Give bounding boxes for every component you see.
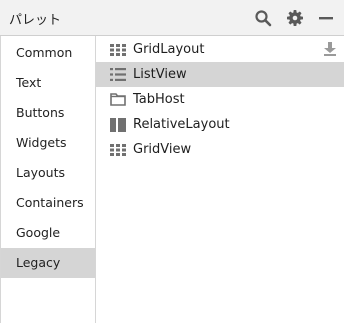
component-item-listview[interactable]: ListView	[96, 62, 344, 87]
gear-icon[interactable]	[285, 8, 305, 28]
category-label: Text	[16, 75, 42, 90]
category-label: Buttons	[16, 105, 65, 120]
category-label: Common	[16, 45, 73, 60]
tab-icon	[110, 92, 127, 108]
grid-icon	[110, 142, 127, 158]
grid-icon	[110, 42, 127, 58]
component-label: GridLayout	[133, 42, 205, 57]
category-widgets[interactable]: Widgets	[1, 128, 95, 158]
component-item-gridview[interactable]: GridView	[96, 137, 344, 162]
category-label: Containers	[16, 195, 84, 210]
category-label: Google	[16, 225, 61, 240]
category-buttons[interactable]: Buttons	[1, 98, 95, 128]
category-list: Common Text Buttons Widgets Layouts Cont…	[1, 36, 96, 323]
relative-layout-icon	[110, 117, 127, 133]
category-common[interactable]: Common	[1, 38, 95, 68]
component-label: TabHost	[133, 92, 185, 107]
palette-header: パレット	[0, 0, 344, 36]
category-label: Legacy	[16, 255, 61, 270]
search-icon[interactable]	[253, 8, 273, 28]
component-item-tabhost[interactable]: TabHost	[96, 87, 344, 112]
component-item-gridlayout[interactable]: GridLayout	[96, 37, 344, 62]
category-legacy[interactable]: Legacy	[1, 248, 95, 278]
category-label: Layouts	[16, 165, 66, 180]
component-label: GridView	[133, 142, 192, 157]
palette-content: Common Text Buttons Widgets Layouts Cont…	[0, 36, 344, 323]
category-text[interactable]: Text	[1, 68, 95, 98]
component-list: GridLayout ListView TabHost RelativeLayo…	[96, 36, 344, 323]
minimize-icon[interactable]	[316, 8, 336, 28]
component-label: RelativeLayout	[133, 117, 230, 132]
category-google[interactable]: Google	[1, 218, 95, 248]
list-icon	[110, 67, 127, 83]
component-item-relativelayout[interactable]: RelativeLayout	[96, 112, 344, 137]
category-containers[interactable]: Containers	[1, 188, 95, 218]
download-icon[interactable]	[322, 41, 338, 57]
category-label: Widgets	[16, 135, 67, 150]
palette-title: パレット	[9, 13, 62, 28]
component-label: ListView	[133, 67, 187, 82]
category-layouts[interactable]: Layouts	[1, 158, 95, 188]
